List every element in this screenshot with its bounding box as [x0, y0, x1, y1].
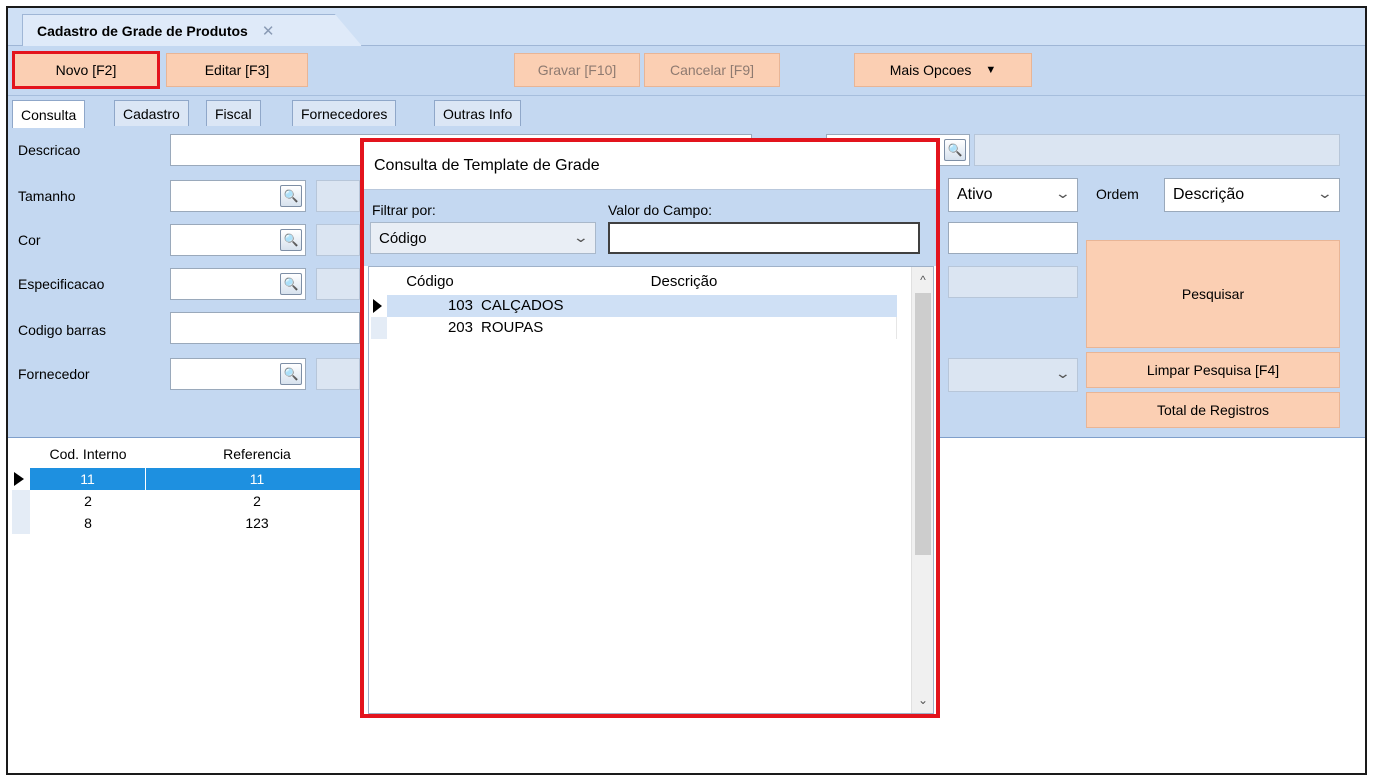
table-row[interactable]: 11 11: [30, 468, 368, 490]
row-indicator: [12, 490, 30, 512]
cor-description-field: [316, 224, 360, 256]
main-window: Cadastro de Grade de Produtos ✕ Novo [F2…: [6, 6, 1367, 775]
tab-cadastro[interactable]: Cadastro: [114, 100, 189, 126]
dropdown-caret-icon: ▼: [985, 64, 997, 76]
list-item[interactable]: 103 CALÇADOS: [387, 295, 897, 317]
filtrar-por-label: Filtrar por:: [372, 202, 436, 218]
column-header-referencia[interactable]: Referencia: [146, 442, 368, 466]
chevron-down-icon: ⌄: [1054, 185, 1072, 201]
document-tab[interactable]: Cadastro de Grade de Produtos ✕: [22, 14, 362, 46]
tab-fornecedores[interactable]: Fornecedores: [292, 100, 397, 126]
dialog-grid: Código Descrição 103 CALÇADOS 203 ROUPAS…: [368, 266, 934, 714]
gravar-button[interactable]: Gravar [F10]: [514, 53, 640, 87]
document-tabstrip: Cadastro de Grade de Produtos ✕: [8, 8, 1365, 46]
magnifier-icon[interactable]: 🔍: [280, 229, 302, 251]
chevron-down-icon: ⌄: [572, 229, 590, 245]
cell-cod-interno: 8: [84, 515, 92, 531]
filtrar-por-select[interactable]: Código ⌄: [370, 222, 596, 254]
dialog-title: Consulta de Template de Grade: [364, 142, 936, 190]
cell-descricao: ROUPAS: [481, 319, 544, 336]
close-icon[interactable]: ✕: [262, 22, 275, 40]
fornecedor-input[interactable]: 🔍: [170, 358, 306, 390]
magnifier-icon[interactable]: 🔍: [280, 273, 302, 295]
column-header-cod-interno[interactable]: Cod. Interno: [30, 442, 146, 466]
scroll-down-icon[interactable]: ⌄: [912, 689, 934, 711]
chevron-down-icon: ⌄: [1316, 185, 1334, 201]
fornecedor-label: Fornecedor: [18, 366, 90, 382]
cell-cod-interno: 11: [30, 468, 146, 490]
filtrar-por-value: Código: [379, 229, 427, 247]
aux-readonly-field: [948, 266, 1078, 298]
especificacao-label: Especificacao: [18, 276, 105, 292]
chevron-down-icon: ⌄: [1054, 365, 1072, 381]
valor-campo-input[interactable]: [608, 222, 920, 254]
scroll-up-icon[interactable]: ^: [912, 269, 934, 291]
cor-input[interactable]: 🔍: [170, 224, 306, 256]
list-item[interactable]: 203 ROUPAS: [387, 317, 897, 339]
magnifier-icon[interactable]: 🔍: [280, 185, 302, 207]
cell-cod-interno: 2: [84, 493, 92, 509]
novo-button[interactable]: Novo [F2]: [12, 51, 160, 89]
cell-referencia: 123: [245, 515, 269, 531]
descricao-label: Descricao: [18, 142, 81, 158]
column-header-codigo[interactable]: Código: [385, 269, 475, 293]
aux-filter-input[interactable]: [948, 222, 1078, 254]
cell-descricao: CALÇADOS: [481, 297, 564, 314]
magnifier-icon[interactable]: 🔍: [280, 363, 302, 385]
dialog-filter-bar: Filtrar por: Código ⌄ Valor do Campo:: [364, 190, 936, 266]
pesquisar-button[interactable]: Pesquisar: [1086, 240, 1340, 348]
status-select-value: Ativo: [957, 186, 993, 203]
cell-codigo: 203: [447, 319, 473, 336]
column-header-descricao[interactable]: Descrição: [475, 269, 893, 293]
status-select[interactable]: Ativo ⌄: [948, 178, 1078, 212]
fornecedor-description-field: [316, 358, 360, 390]
ordem-select-value: Descrição: [1173, 186, 1245, 203]
document-tab-title: Cadastro de Grade de Produtos: [37, 22, 248, 39]
scrollbar-thumb[interactable]: [915, 293, 931, 555]
toolbar: Novo [F2] Editar [F3] Gravar [F10] Cance…: [8, 46, 1365, 96]
row-indicator: [371, 317, 387, 339]
especificacao-input[interactable]: 🔍: [170, 268, 306, 300]
aux-select[interactable]: ⌄: [948, 358, 1078, 392]
tab-consulta[interactable]: Consulta: [12, 100, 86, 128]
aux-description-field: [974, 134, 1340, 166]
triangle-right-icon: [14, 472, 24, 486]
table-row[interactable]: 8 123: [30, 512, 368, 534]
ordem-label: Ordem: [1096, 186, 1139, 202]
template-lookup-dialog: Consulta de Template de Grade Filtrar po…: [360, 138, 940, 718]
magnifier-icon[interactable]: 🔍: [944, 139, 966, 161]
limpar-pesquisa-button[interactable]: Limpar Pesquisa [F4]: [1086, 352, 1340, 388]
mais-opcoes-button[interactable]: Mais Opcoes ▼: [854, 53, 1032, 87]
tab-outras-info[interactable]: Outras Info: [434, 100, 522, 126]
ordem-select[interactable]: Descrição ⌄: [1164, 178, 1340, 212]
triangle-right-icon: [373, 299, 382, 313]
cell-codigo: 103: [447, 297, 473, 314]
tamanho-input[interactable]: 🔍: [170, 180, 306, 212]
total-registros-button[interactable]: Total de Registros: [1086, 392, 1340, 428]
tamanho-label: Tamanho: [18, 188, 76, 204]
row-indicator: [12, 512, 30, 534]
tab-fiscal[interactable]: Fiscal: [206, 100, 261, 126]
table-row[interactable]: 2 2: [30, 490, 368, 512]
codigo-barras-label: Codigo barras: [18, 322, 106, 338]
valor-campo-label: Valor do Campo:: [608, 202, 713, 218]
vertical-scrollbar[interactable]: ^ ⌄: [911, 267, 933, 713]
cell-referencia: 2: [253, 493, 261, 509]
mais-opcoes-label: Mais Opcoes: [889, 62, 972, 78]
codigo-barras-input[interactable]: [170, 312, 360, 344]
tamanho-description-field: [316, 180, 360, 212]
especificacao-description-field: [316, 268, 360, 300]
cor-label: Cor: [18, 232, 41, 248]
editar-button[interactable]: Editar [F3]: [166, 53, 308, 87]
cell-referencia: 11: [249, 471, 265, 487]
cancelar-button[interactable]: Cancelar [F9]: [644, 53, 780, 87]
